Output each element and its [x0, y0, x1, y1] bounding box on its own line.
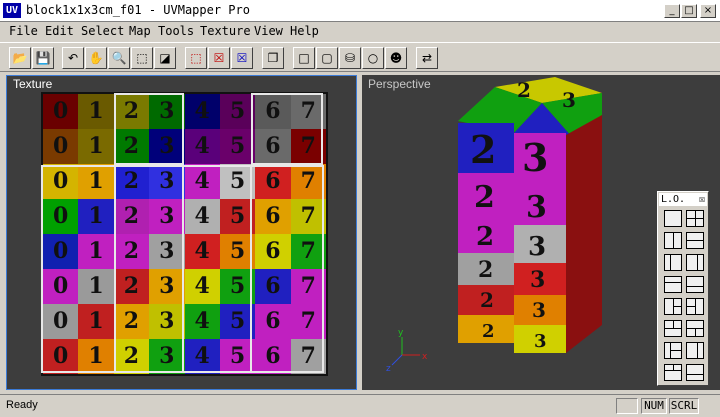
- texture-cell: 4: [184, 94, 220, 129]
- menu-select[interactable]: Select: [81, 24, 124, 38]
- texture-cell: 4: [184, 129, 220, 164]
- layout-three-left-button[interactable]: [686, 298, 704, 315]
- face-number: 3: [530, 267, 545, 293]
- close-icon[interactable]: ☒: [699, 193, 705, 206]
- layout-three-top-button[interactable]: [664, 320, 682, 337]
- texture-cell: 0: [43, 94, 79, 129]
- box2-icon[interactable]: ▢: [316, 47, 338, 69]
- layout-single-button[interactable]: [664, 210, 682, 227]
- texture-cell: 1: [78, 129, 114, 164]
- face-number: 3: [522, 135, 548, 180]
- title-bar: UV block1x1x3cm_f01 - UVMapper Pro _ □ ×: [0, 0, 720, 22]
- axis-x-label: x: [422, 352, 428, 362]
- box-icon[interactable]: □: [293, 47, 315, 69]
- top-number-2: 2: [517, 78, 531, 102]
- select-all-icon[interactable]: ☒: [231, 47, 253, 69]
- status-num-indicator: NUM: [641, 398, 667, 414]
- sphere-icon[interactable]: ○: [362, 47, 384, 69]
- layout-hsplit-button[interactable]: [686, 232, 704, 249]
- menu-bar: File Edit Select Map Tools Texture View …: [0, 22, 720, 41]
- maximize-button[interactable]: □: [681, 4, 697, 18]
- uv-island-top-right[interactable]: [251, 93, 323, 165]
- layout-left-large-button[interactable]: [664, 342, 682, 359]
- face-number: 3: [526, 190, 547, 225]
- face-number: 3: [534, 331, 547, 352]
- lo-palette-title: L.O. ☒: [659, 193, 707, 206]
- close-button[interactable]: ×: [700, 4, 716, 18]
- layout-right-large-button[interactable]: [686, 342, 704, 359]
- layout-three-bottom-button[interactable]: [686, 320, 704, 337]
- menu-file[interactable]: File: [9, 24, 38, 38]
- menu-edit[interactable]: Edit: [45, 24, 74, 38]
- layout-right-narrow-button[interactable]: [686, 254, 704, 271]
- layout-quad-button[interactable]: [686, 210, 704, 227]
- status-cap-indicator: [616, 398, 638, 414]
- layout-vsplit-button[interactable]: [664, 232, 682, 249]
- uv-island-top[interactable]: [114, 93, 184, 165]
- uv-island-divider-b: [184, 165, 252, 373]
- texture-cell: 5: [219, 94, 256, 129]
- cylinder-icon[interactable]: ⛁: [339, 47, 361, 69]
- texture-cell: 5: [219, 129, 256, 164]
- swap-icon[interactable]: ⇄: [416, 47, 438, 69]
- axis-y-label: y: [398, 328, 404, 338]
- texture-cell: 0: [43, 129, 79, 164]
- select-lasso-icon[interactable]: ◪: [154, 47, 176, 69]
- face-number: 3: [528, 232, 546, 262]
- face-number: 2: [482, 321, 495, 342]
- menu-map[interactable]: Map: [129, 24, 151, 38]
- texture-cell: 1: [78, 94, 114, 129]
- copy-icon[interactable]: ❐: [262, 47, 284, 69]
- lo-palette[interactable]: L.O. ☒: [657, 191, 709, 386]
- minimize-button[interactable]: _: [664, 4, 680, 18]
- status-text: Ready: [6, 399, 38, 411]
- deselect-icon[interactable]: ☒: [208, 47, 230, 69]
- layout-bottom-narrow-button[interactable]: [686, 276, 704, 293]
- face-number: 2: [474, 180, 495, 215]
- face-number: 2: [478, 257, 493, 283]
- axis-z-line: [391, 354, 403, 366]
- menu-view[interactable]: View: [254, 24, 283, 38]
- window-title: block1x1x3cm_f01 - UVMapper Pro: [26, 3, 250, 17]
- face-number: 2: [470, 127, 496, 172]
- texture-panel-label: Texture: [13, 77, 53, 91]
- toolbar: 📂 💾 ↶ ✋ 🔍 ⬚ ◪ ⬚ ☒ ☒ ❐ □ ▢ ⛁ ○ ☻ ⇄: [0, 42, 720, 72]
- layout-bottom-large-button[interactable]: [686, 364, 704, 381]
- top-number-3: 3: [562, 88, 576, 112]
- zoom-icon[interactable]: 🔍: [108, 47, 130, 69]
- layout-top-large-button[interactable]: [664, 364, 682, 381]
- menu-help[interactable]: Help: [290, 24, 319, 38]
- layout-left-narrow-button[interactable]: [664, 254, 682, 271]
- face-number: 2: [480, 288, 494, 312]
- hand-icon[interactable]: ✋: [85, 47, 107, 69]
- menu-tools[interactable]: Tools: [158, 24, 194, 38]
- open-icon[interactable]: 📂: [9, 47, 31, 69]
- select-dotted-icon[interactable]: ⬚: [185, 47, 207, 69]
- uv-island-divider-a: [114, 165, 184, 373]
- cube-side-face: [566, 115, 602, 353]
- head-icon[interactable]: ☻: [385, 47, 407, 69]
- layout-top-narrow-button[interactable]: [664, 276, 682, 293]
- status-bar: Ready NUM SCRL: [0, 394, 720, 417]
- status-scrl-indicator: SCRL: [669, 398, 699, 414]
- menu-texture[interactable]: Texture: [200, 24, 251, 38]
- app-icon: UV: [3, 3, 21, 18]
- undo-icon[interactable]: ↶: [62, 47, 84, 69]
- save-icon[interactable]: 💾: [32, 47, 54, 69]
- select-rect-icon[interactable]: ⬚: [131, 47, 153, 69]
- face-number: 2: [476, 222, 494, 252]
- layout-three-right-button[interactable]: [664, 298, 682, 315]
- lo-title-text: L.O.: [661, 194, 686, 205]
- face-number: 3: [532, 298, 546, 322]
- axis-z-label: z: [386, 364, 391, 374]
